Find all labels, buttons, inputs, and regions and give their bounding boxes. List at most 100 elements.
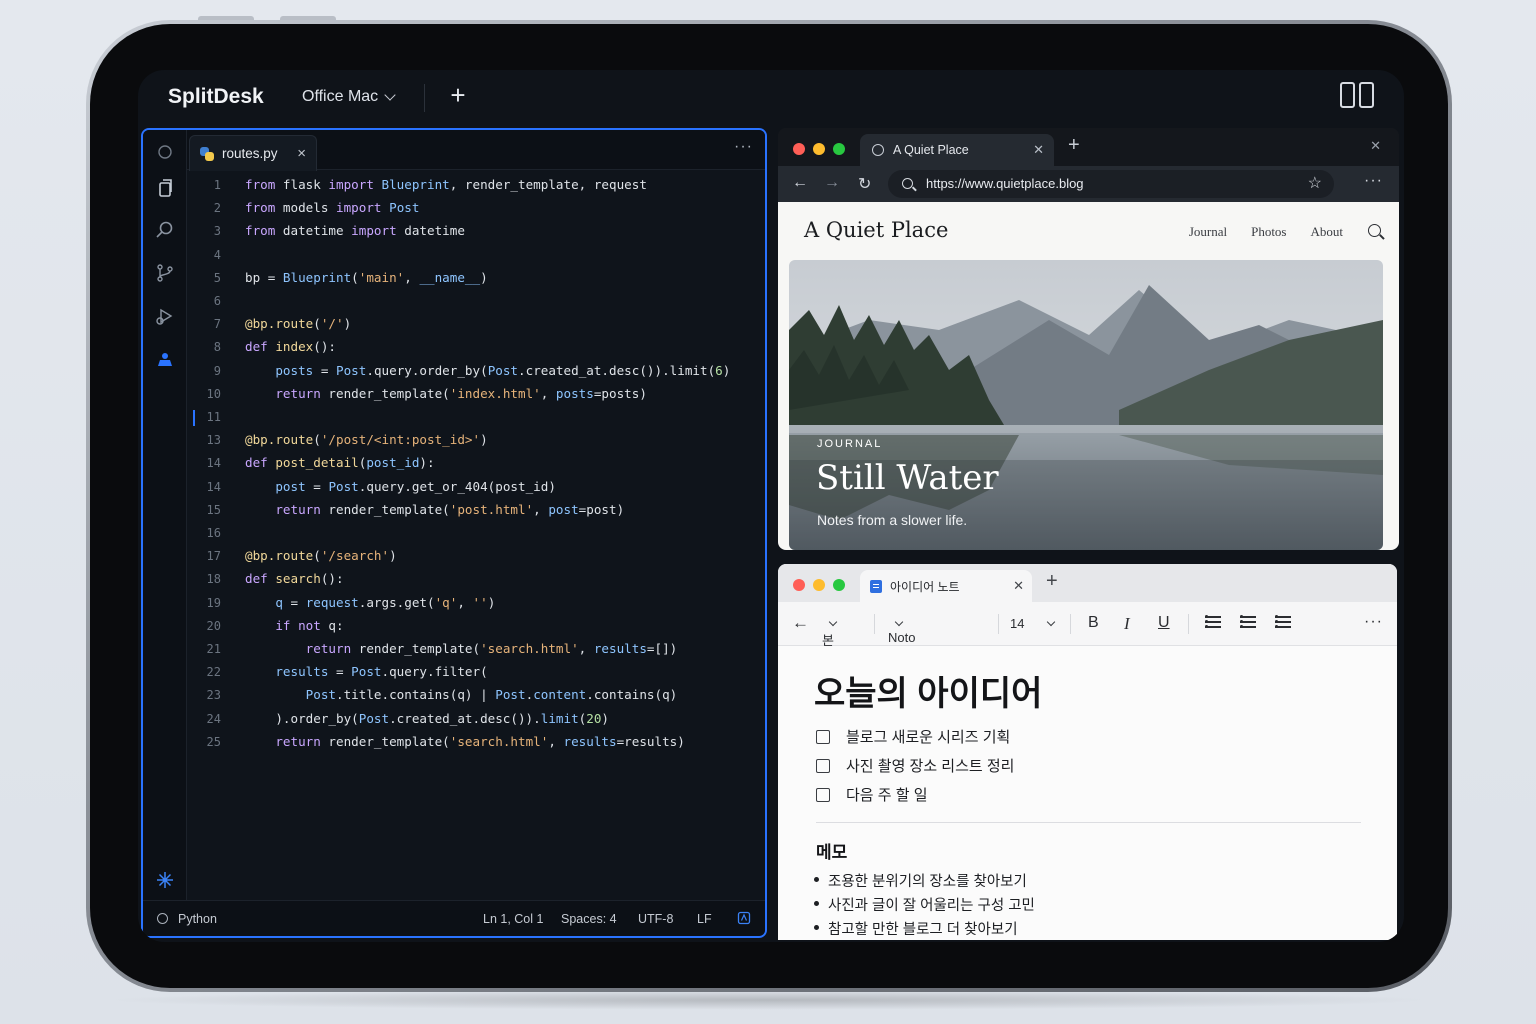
indentation[interactable]: Spaces: 4 [561, 912, 617, 926]
add-window-button[interactable]: + [444, 82, 472, 110]
todo-item[interactable]: 사진 촬영 장소 리스트 정리 [816, 755, 1014, 776]
forward-arrow-icon[interactable]: → [824, 174, 840, 192]
code-line[interactable]: 5 bp = Blueprint('main', __name__) [187, 267, 765, 289]
code-line[interactable]: 16 [187, 522, 765, 544]
encoding[interactable]: UTF-8 [638, 912, 673, 926]
close-window-button[interactable] [793, 143, 805, 155]
search-icon[interactable] [1368, 224, 1381, 237]
note-title[interactable]: 오늘의 아이디어 [814, 666, 1042, 715]
code-line[interactable]: 25 return render_template('search.html',… [187, 731, 765, 753]
minimize-window-button[interactable] [813, 143, 825, 155]
extensions-icon[interactable] [155, 349, 175, 369]
code-line[interactable]: 13 @bp.route('/post/<int:post_id>') [187, 429, 765, 451]
maximize-window-button[interactable] [833, 579, 845, 591]
code-line[interactable]: 3 from datetime import datetime [187, 220, 765, 242]
code-area[interactable]: 1 from flask import Blueprint, render_tem… [187, 174, 765, 900]
cursor-position[interactable]: Ln 1, Col 1 [483, 912, 543, 926]
nav-journal[interactable]: Journal [1189, 224, 1227, 240]
code-line[interactable]: 6 [187, 290, 765, 312]
paragraph-style-dropdown[interactable]: 본문 [822, 616, 838, 667]
bold-button[interactable]: B [1088, 614, 1099, 632]
lake-landscape-image [789, 260, 1383, 550]
code-line[interactable]: 21 return render_template('search.html',… [187, 638, 765, 660]
reload-icon[interactable]: ↻ [858, 174, 871, 194]
code-line[interactable]: 9 posts = Post.query.order_by(Post.creat… [187, 360, 765, 382]
code-line[interactable]: 15 return render_template('post.html', p… [187, 499, 765, 521]
checkbox[interactable] [816, 729, 830, 744]
back-arrow-icon[interactable]: ← [792, 174, 808, 192]
code-line[interactable]: 22 results = Post.query.filter( [187, 661, 765, 683]
close-icon[interactable]: ✕ [1013, 578, 1024, 594]
source-control-icon[interactable] [155, 263, 175, 283]
code-line[interactable]: 20 if not q: [187, 615, 765, 637]
code-line[interactable]: 8 def index(): [187, 336, 765, 358]
search-icon[interactable] [155, 220, 175, 240]
checklist-icon[interactable] [1275, 615, 1291, 628]
hero-image[interactable]: JOURNAL Still Water Notes from a slower … [789, 260, 1383, 550]
new-tab-button[interactable]: + [1068, 134, 1080, 157]
close-icon[interactable]: × [297, 145, 306, 162]
code-text: return render_template('index.html', pos… [275, 385, 647, 401]
address-bar[interactable]: https://www.quietplace.blog ☆ [888, 170, 1334, 198]
maximize-window-button[interactable] [833, 143, 845, 155]
site-title[interactable]: A Quiet Place [804, 218, 948, 242]
code-line[interactable]: 4 [187, 244, 765, 266]
more-icon[interactable]: ··· [1364, 613, 1383, 631]
files-icon[interactable] [155, 178, 175, 198]
circle-icon[interactable] [155, 142, 175, 162]
font-size-dropdown[interactable] [1040, 616, 1056, 631]
code-line[interactable]: 19 q = request.args.get('q', '') [187, 592, 765, 614]
line-number: 19 [206, 595, 221, 610]
underline-button[interactable]: U [1158, 614, 1170, 632]
new-tab-button[interactable]: + [1046, 570, 1058, 593]
line-number: 8 [213, 340, 221, 355]
run-debug-icon[interactable] [155, 306, 175, 326]
hero-title[interactable]: Still Water [816, 458, 999, 498]
code-editor-window[interactable]: routes.py × ··· 1 from flask import Bluep… [141, 128, 767, 938]
close-window-button[interactable] [793, 579, 805, 591]
code-line[interactable]: 24 ).order_by(Post.created_at.desc()).li… [187, 708, 765, 730]
sparkle-icon[interactable] [155, 870, 175, 890]
nav-photos[interactable]: Photos [1251, 224, 1286, 240]
code-line[interactable]: 17 @bp.route('/search') [187, 545, 765, 567]
checkbox[interactable] [816, 758, 830, 773]
nav-about[interactable]: About [1311, 224, 1344, 240]
code-line[interactable]: 14 def post_detail(post_id): [187, 452, 765, 474]
more-icon[interactable]: ··· [734, 138, 753, 156]
code-line[interactable]: 10 return render_template('index.html', … [187, 383, 765, 405]
notes-tab[interactable]: 아이디어 노트 ✕ [860, 570, 1032, 602]
star-icon[interactable]: ☆ [1308, 170, 1322, 198]
line-ending[interactable]: LF [697, 912, 712, 926]
split-layout-icon[interactable] [1340, 82, 1374, 108]
more-icon[interactable]: ··· [1364, 172, 1383, 190]
profile-selector[interactable]: Office Mac [302, 88, 396, 106]
code-line[interactable]: 2 from models import Post [187, 197, 765, 219]
todo-item[interactable]: 다음 주 할 일 [816, 784, 928, 805]
code-line[interactable]: 23 Post.title.contains(q) | Post.content… [187, 684, 765, 706]
font-dropdown[interactable]: Noto Sans KR [888, 616, 918, 675]
back-arrow-icon[interactable]: ← [792, 613, 809, 633]
divider [424, 84, 425, 112]
divider [874, 614, 875, 634]
browser-tab[interactable]: A Quiet Place ✕ [860, 134, 1054, 166]
code-line[interactable]: 14 post = Post.query.get_or_404(post_id) [187, 476, 765, 498]
code-line[interactable]: 7 @bp.route('/') [187, 313, 765, 335]
browser-window[interactable]: A Quiet Place ✕ + ✕ ← → ↻ https://www.qu… [778, 128, 1399, 550]
code-line[interactable]: 18 def search(): [187, 568, 765, 590]
close-icon[interactable]: ✕ [1033, 142, 1044, 158]
code-line[interactable]: 1 from flask import Blueprint, render_tem… [187, 174, 765, 196]
note-document[interactable]: 오늘의 아이디어 블로그 새로운 시리즈 기획 사진 촬영 장소 리스트 정리 … [778, 646, 1397, 940]
bullet-list-icon[interactable] [1205, 615, 1221, 628]
tab-routes-py[interactable]: routes.py × [189, 135, 317, 171]
font-size-value[interactable]: 14 [1010, 616, 1024, 631]
language-mode[interactable]: Python [178, 912, 217, 926]
minimize-window-button[interactable] [813, 579, 825, 591]
notification-icon[interactable] [737, 911, 751, 928]
checkbox[interactable] [816, 787, 830, 802]
italic-button[interactable]: I [1124, 614, 1130, 634]
notes-window[interactable]: 아이디어 노트 ✕ + ← 본문 Noto Sans KR 14 B I [778, 564, 1397, 940]
close-icon[interactable]: ✕ [1370, 138, 1381, 154]
numbered-list-icon[interactable] [1240, 615, 1256, 628]
code-line[interactable]: 11 [187, 406, 765, 428]
todo-item[interactable]: 블로그 새로운 시리즈 기획 [816, 726, 1010, 747]
